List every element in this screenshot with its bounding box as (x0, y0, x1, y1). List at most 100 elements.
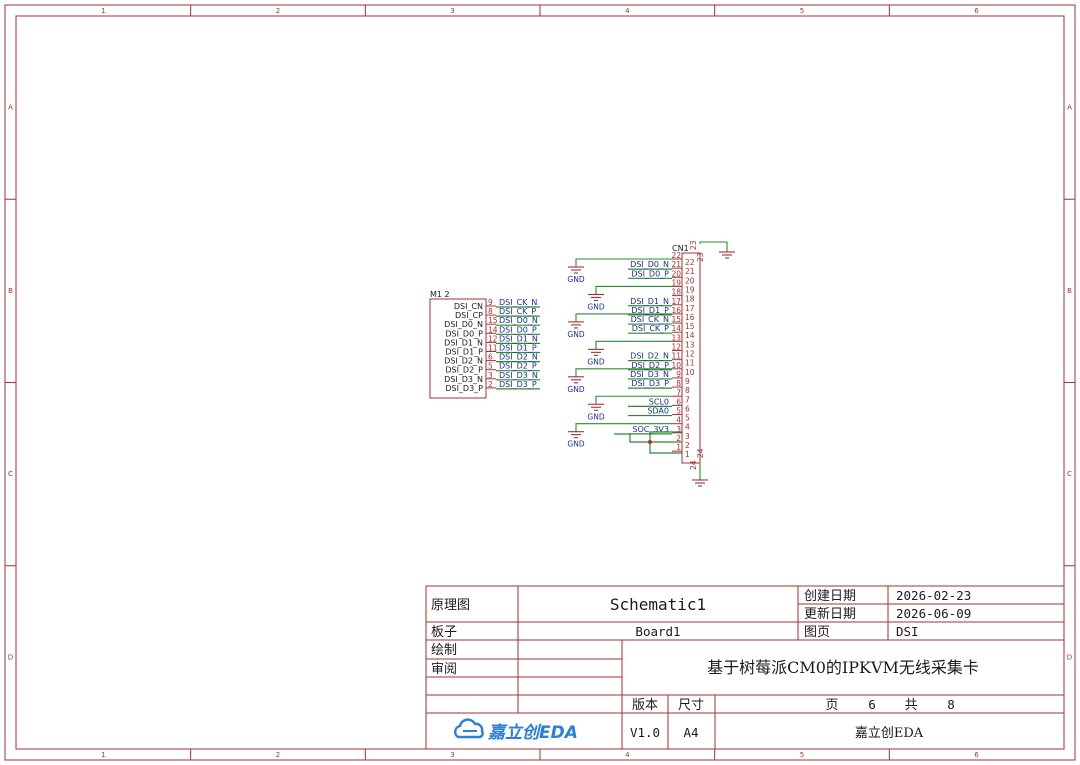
cn1-pin-inner-number: 21 (685, 267, 695, 276)
m1-net-label: DSI_D2_N (499, 353, 538, 362)
page-number: 6 (868, 697, 876, 712)
total-pages: 8 (947, 697, 955, 712)
cn1-pin-number: 8 (676, 379, 681, 388)
m1-pin-number: 15 (488, 316, 498, 325)
cn1-pin-inner-number: 19 (685, 285, 695, 294)
cn1-pin-number: 10 (671, 361, 681, 370)
m1-pins: DSI_CN 9 DSI_CK_NDSI_CP 8 DSI_CK_PDSI_D0_N 15… (444, 298, 540, 393)
m1-net-label: DSI_D1_N (499, 334, 538, 343)
cn1-net-label: DSI_D1_N (630, 297, 669, 306)
version-value: V1.0 (630, 725, 660, 740)
m1-pin-number: 8 (488, 307, 493, 316)
cn1-pin-number: 22 (671, 251, 681, 260)
m1-pin-number: 5 (488, 362, 493, 371)
ruler-row-label: C (8, 470, 13, 478)
cn1-pin-number: 11 (671, 352, 681, 361)
cn1-pin-inner-number: 15 (685, 322, 695, 331)
cn1-pin-inner-number: 18 (685, 295, 695, 304)
m1-pin-number: 11 (488, 344, 498, 353)
cn1-pin-number: 15 (671, 315, 681, 324)
cn1-pin-inner-number: 5 (685, 414, 690, 423)
cn1-pin-inner-number: 9 (685, 377, 690, 386)
ruler-col-label: 2 (276, 7, 280, 15)
cn1-net-label: DSI_D3_P (631, 379, 669, 388)
cn1-pin-number: 13 (671, 333, 681, 342)
company-name: 嘉立创EDA (855, 726, 924, 741)
m1-pin-number: 14 (488, 325, 498, 334)
review-label: 审阅 (431, 662, 457, 677)
m1-pin-name: DSI_CN (454, 302, 483, 311)
cn1-component[interactable]: CN1 23 23 24 24 22222121DSI_D0_N2020DSI_… (628, 240, 735, 487)
ruler-col-label: 1 (101, 751, 105, 759)
title-block: 原理图 Schematic1 创建日期 2026-02-23 更新日期 2026… (425, 585, 1065, 750)
cn1-pin-inner-number: 11 (685, 359, 695, 368)
drawn-label: 绘制 (431, 643, 457, 658)
cn1-pin-number: 9 (676, 370, 681, 379)
cn1-pin-24-inner: 24 (696, 448, 705, 458)
gnd-label: GND (567, 275, 584, 284)
m1-net-label: DSI_D1_P (499, 344, 537, 353)
ruler-col-label: 4 (625, 751, 630, 759)
cn1-pin-inner-number: 2 (685, 441, 690, 450)
ruler-col-label: 3 (450, 751, 454, 759)
cn1-pin-inner-number: 14 (685, 331, 695, 340)
gnd-label: GND (567, 330, 584, 339)
cn1-pin-inner-number: 12 (685, 350, 695, 359)
ruler-col-label: 1 (101, 7, 105, 15)
m1-pin-number: 12 (488, 334, 498, 343)
cn1-pin-number: 5 (676, 407, 681, 416)
gnd-label: GND (587, 302, 604, 311)
cn1-pin-inner-number: 8 (685, 386, 690, 395)
m1-net-label: DSI_CK_P (499, 307, 536, 316)
gnd-label: GND (567, 440, 584, 449)
cn1-pin-number: 16 (671, 306, 681, 315)
cloud-logo-icon (453, 718, 484, 739)
m1-pin-name: DSI_D0_N (444, 320, 483, 329)
cn1-pin-inner-number: 3 (685, 432, 690, 441)
cn1-pin-inner-number: 16 (685, 313, 695, 322)
ruler-row-label: B (1067, 287, 1072, 295)
gnd-label: GND (587, 412, 604, 421)
m1-pin-number: 3 (488, 371, 493, 380)
schematic-label: 原理图 (431, 598, 470, 613)
sheet-ruler: 112233445566A AB BC CD D (5, 5, 1075, 760)
m1-pin-name: DSI_D3_N (444, 375, 483, 384)
ruler-row-label: D (1067, 653, 1072, 661)
ruler-row-label: A (8, 104, 13, 112)
cn1-pin-number: 7 (676, 388, 681, 397)
cn1-pin-number: 4 (676, 416, 681, 425)
cn1-pin-number: 20 (671, 269, 681, 278)
cn1-net-label: DSI_D2_N (630, 352, 669, 361)
total-label: 共 (904, 698, 917, 713)
m1-net-label: DSI_CK_N (499, 298, 537, 307)
cn1-pin-23: 23 (689, 240, 698, 250)
m1-pin-number: 9 (488, 298, 493, 307)
m1-pin-name: DSI_D1_P (445, 348, 483, 357)
m1-net-label: DSI_D0_P (499, 325, 537, 334)
cn1-net-label: DSI_D0_N (630, 260, 669, 269)
updated-label: 更新日期 (804, 606, 856, 622)
junction-dot (648, 440, 652, 444)
m1-component[interactable]: M1 2 DSI_CN 9 DSI_CK_NDSI_CP 8 DSI_CK_PDSI_D… (429, 290, 540, 399)
ruler-row-label: A (1067, 104, 1072, 112)
cn1-pin-24: 24 (689, 460, 698, 470)
board-label: 板子 (431, 625, 457, 640)
board-name: Board1 (635, 624, 680, 639)
outer-frame (4, 4, 1076, 761)
cn1-net-label: DSI_CK_P (632, 324, 669, 333)
ruler-col-label: 3 (450, 7, 454, 15)
cn1-pins: 22222121DSI_D0_N2020DSI_D0_P191918181717… (628, 251, 695, 459)
cn1-pin-number: 6 (676, 397, 681, 406)
cn1-pin-inner-number: 1 (685, 450, 690, 459)
schematic-sheet: 112233445566A AB BC CD D M1 2 DSI_CN 9 DSI_CK_… (4, 4, 1076, 761)
cn1-pin-inner-number: 13 (685, 340, 695, 349)
size-value: A4 (683, 725, 698, 740)
m1-pin-name: DSI_D1_N (444, 338, 483, 347)
sheet-name: DSI (896, 624, 919, 639)
cn1-pin-inner-number: 7 (685, 395, 690, 404)
m1-pin-name: DSI_D2_P (445, 366, 483, 375)
ruler-col-label: 5 (800, 751, 804, 759)
cn1-net-label: SDA0 (647, 407, 669, 416)
cn1-pin-inner-number: 10 (685, 368, 695, 377)
version-label: 版本 (632, 698, 658, 713)
